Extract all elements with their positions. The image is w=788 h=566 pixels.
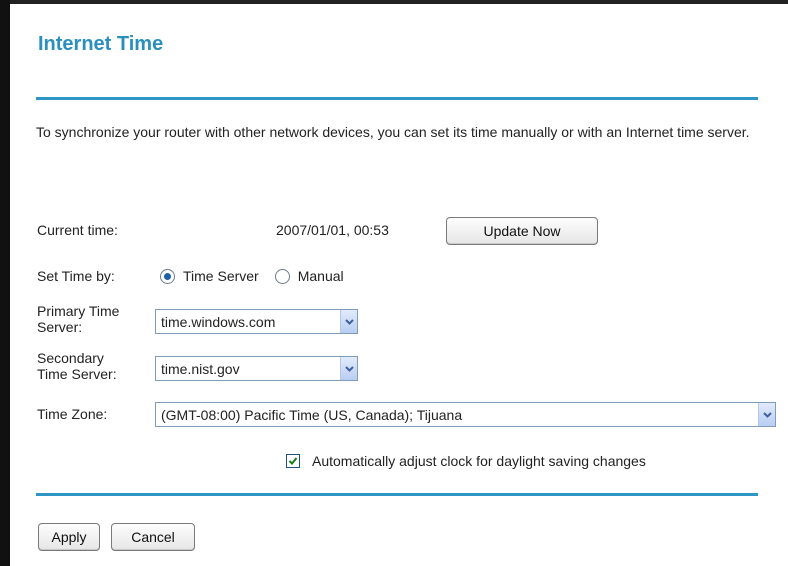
time-zone-select[interactable]: (GMT-08:00) Pacific Time (US, Canada); T… <box>155 402 776 427</box>
page-title: Internet Time <box>38 33 164 55</box>
bottom-divider <box>36 493 758 496</box>
set-time-by-label: Set Time by: <box>37 268 115 284</box>
secondary-server-select[interactable]: time.nist.gov <box>155 356 358 381</box>
radio-selected-dot <box>164 272 171 280</box>
set-time-by-radio-group: Time Server Manual <box>160 268 344 284</box>
check-icon <box>288 457 298 465</box>
secondary-server-label-line1: Secondary <box>37 350 104 366</box>
daylight-saving-checkbox[interactable] <box>286 454 300 468</box>
top-divider <box>36 97 758 100</box>
time-server-radio-label[interactable]: Time Server <box>183 268 259 284</box>
page-description: To synchronize your router with other ne… <box>36 124 750 140</box>
primary-server-select[interactable]: time.windows.com <box>155 309 358 334</box>
current-time-label: Current time: <box>37 222 118 238</box>
primary-server-label: Primary Time Server: <box>37 303 119 335</box>
manual-radio[interactable] <box>274 268 290 284</box>
daylight-saving-label[interactable]: Automatically adjust clock for daylight … <box>312 453 646 469</box>
apply-button[interactable]: Apply <box>38 523 100 551</box>
primary-server-label-line1: Primary Time <box>37 303 120 319</box>
update-now-button[interactable]: Update Now <box>446 217 598 245</box>
secondary-server-label: Secondary Time Server: <box>37 350 117 382</box>
secondary-server-value: time.nist.gov <box>161 360 240 377</box>
primary-server-label-line2: Server: <box>37 319 83 335</box>
time-zone-label: Time Zone: <box>37 406 108 422</box>
time-server-radio[interactable] <box>160 268 175 284</box>
window-top-border <box>0 0 788 4</box>
current-time-value: 2007/01/01, 00:53 <box>276 222 389 238</box>
cancel-button[interactable]: Cancel <box>111 523 195 551</box>
secondary-server-label-line2: Time Server: <box>37 366 117 382</box>
chevron-down-icon[interactable] <box>340 357 357 380</box>
time-zone-value: (GMT-08:00) Pacific Time (US, Canada); T… <box>161 406 463 423</box>
manual-radio-label[interactable]: Manual <box>298 268 344 284</box>
chevron-down-icon[interactable] <box>758 403 775 426</box>
chevron-down-icon[interactable] <box>340 310 357 333</box>
primary-server-value: time.windows.com <box>161 313 276 330</box>
window-left-border <box>0 0 10 566</box>
